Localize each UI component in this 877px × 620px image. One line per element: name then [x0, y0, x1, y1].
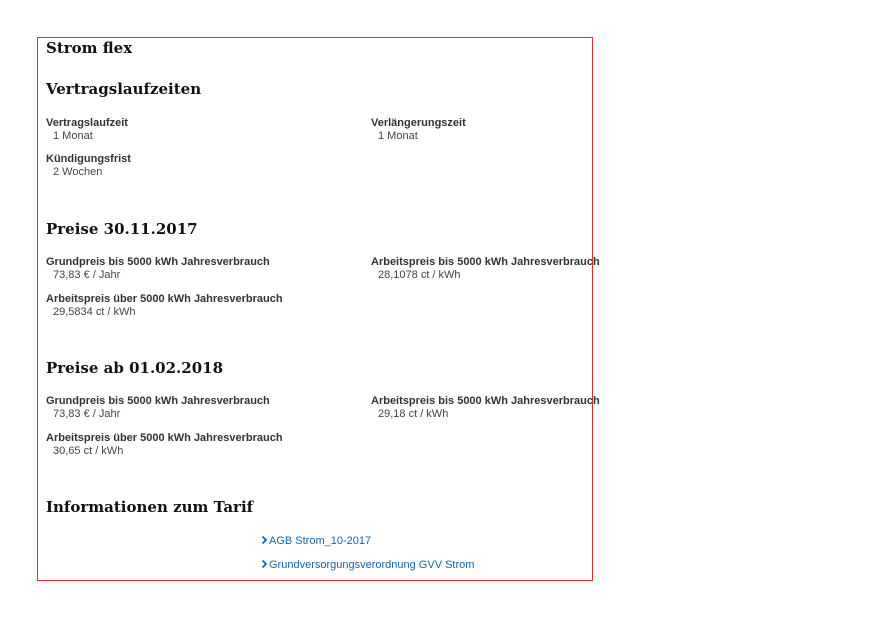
prices-2018-work-over-label: Arbeitspreis über 5000 kWh Jahresverbrau…: [46, 432, 283, 444]
prices-2018-work-over-value: 30,65 ct / kWh: [53, 445, 124, 457]
prices-2018-base-value: 73,83 € / Jahr: [53, 408, 121, 420]
contract-term-field: Vertragslaufzeit 1 Monat: [46, 117, 128, 143]
prices-2017-base-label: Grundpreis bis 5000 kWh Jahresverbrauch: [46, 256, 270, 268]
prices-2017-work-upto-field: Arbeitspreis bis 5000 kWh Jahresverbrauc…: [371, 256, 600, 282]
contract-term-label: Vertragslaufzeit: [46, 117, 128, 129]
notice-period-field: Kündigungsfrist 2 Wochen: [46, 153, 131, 179]
prices-2017-base-field: Grundpreis bis 5000 kWh Jahresverbrauch …: [46, 256, 270, 282]
contract-heading: Vertragslaufzeiten: [46, 80, 202, 98]
extension-field: Verlängerungszeit 1 Monat: [371, 117, 466, 143]
agb-link[interactable]: AGB Strom_10-2017: [261, 535, 371, 548]
prices-2017-work-over-value: 29,5834 ct / kWh: [53, 306, 136, 318]
gvv-link-label: Grundversorgungsverordnung GVV Strom: [269, 559, 475, 571]
chevron-right-icon: [261, 559, 268, 569]
tariff-card: Strom flex Vertragslaufzeiten Vertragsla…: [37, 37, 600, 581]
extension-value: 1 Monat: [378, 130, 418, 142]
info-heading: Informationen zum Tarif: [46, 498, 254, 516]
prices-2018-work-upto-field: Arbeitspreis bis 5000 kWh Jahresverbrauc…: [371, 395, 600, 421]
prices-2018-base-field: Grundpreis bis 5000 kWh Jahresverbrauch …: [46, 395, 270, 421]
prices-2017-work-over-field: Arbeitspreis über 5000 kWh Jahresverbrau…: [46, 293, 283, 319]
prices-2017-base-value: 73,83 € / Jahr: [53, 269, 121, 281]
notice-period-value: 2 Wochen: [53, 166, 103, 178]
prices-2018-base-label: Grundpreis bis 5000 kWh Jahresverbrauch: [46, 395, 270, 407]
prices-2018-work-upto-label: Arbeitspreis bis 5000 kWh Jahresverbrauc…: [371, 395, 600, 407]
gvv-link[interactable]: Grundversorgungsverordnung GVV Strom: [261, 559, 474, 572]
tariff-title: Strom flex: [46, 39, 133, 57]
chevron-right-icon: [261, 535, 268, 545]
prices-2017-heading: Preise 30.11.2017: [46, 220, 198, 238]
prices-2017-work-over-label: Arbeitspreis über 5000 kWh Jahresverbrau…: [46, 293, 283, 305]
prices-2017-work-upto-value: 28,1078 ct / kWh: [378, 269, 461, 281]
prices-2017-work-upto-label: Arbeitspreis bis 5000 kWh Jahresverbrauc…: [371, 256, 600, 268]
agb-link-label: AGB Strom_10-2017: [269, 535, 372, 547]
notice-period-label: Kündigungsfrist: [46, 153, 131, 165]
extension-label: Verlängerungszeit: [371, 117, 466, 129]
prices-2018-work-over-field: Arbeitspreis über 5000 kWh Jahresverbrau…: [46, 432, 283, 458]
prices-2018-heading: Preise ab 01.02.2018: [46, 359, 224, 377]
contract-term-value: 1 Monat: [53, 130, 93, 142]
prices-2018-work-upto-value: 29,18 ct / kWh: [378, 408, 449, 420]
